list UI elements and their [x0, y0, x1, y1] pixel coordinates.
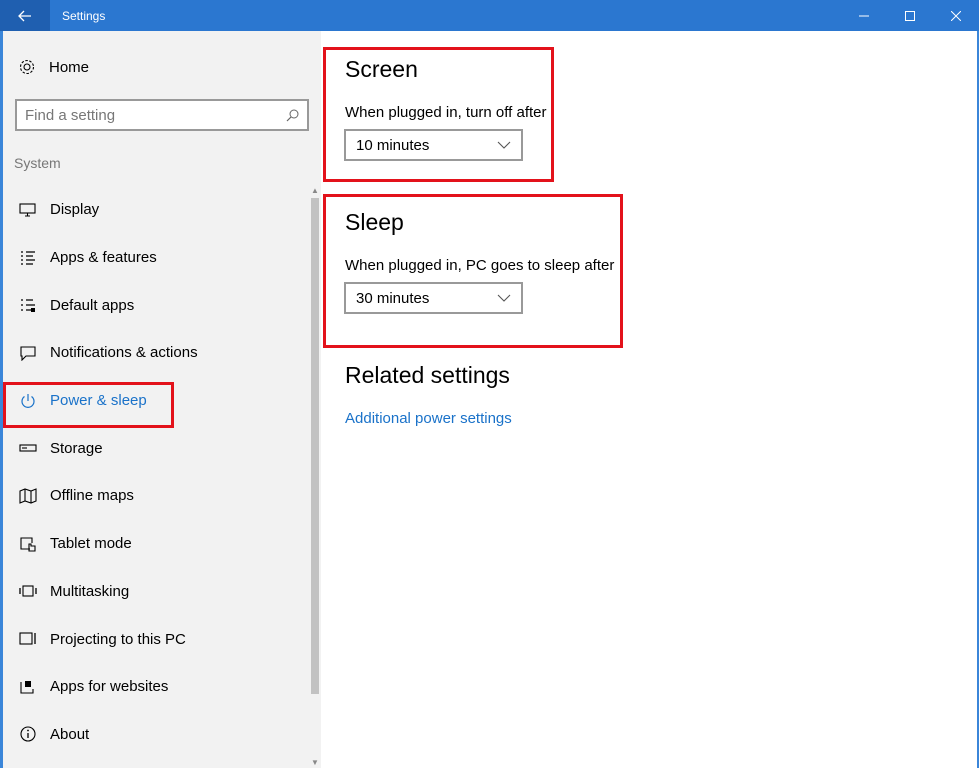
sidebar-item-label: Tablet mode [50, 535, 132, 553]
sidebar-item-multitasking[interactable]: Multitasking [3, 568, 308, 616]
home-link[interactable]: Home [17, 57, 89, 77]
additional-power-settings-link[interactable]: Additional power settings [345, 410, 512, 427]
tablet-mode-icon [17, 534, 39, 554]
nav-list: Display Apps & features Default apps Not… [3, 186, 308, 758]
scroll-up-icon[interactable]: ▲ [310, 186, 320, 196]
sleep-timeout-dropdown[interactable]: 30 minutes [344, 282, 523, 314]
sidebar-item-label: Projecting to this PC [50, 630, 186, 648]
sidebar-item-label: Storage [50, 439, 103, 457]
sidebar-item-offline-maps[interactable]: Offline maps [3, 472, 308, 520]
storage-icon [17, 438, 39, 458]
sidebar-item-label: About [50, 725, 90, 743]
monitor-icon [17, 200, 39, 220]
sidebar-item-label: Offline maps [50, 487, 134, 505]
info-icon [17, 724, 39, 744]
sidebar-item-notifications[interactable]: Notifications & actions [3, 329, 308, 377]
sidebar-item-display[interactable]: Display [3, 186, 308, 234]
window-title: Settings [62, 8, 106, 23]
dropdown-value: 10 minutes [356, 136, 430, 154]
sleep-subtitle: When plugged in, PC goes to sleep after [345, 257, 615, 274]
search-icon [286, 109, 299, 121]
chevron-down-icon [497, 141, 511, 149]
apps-websites-icon [17, 677, 39, 697]
search-box[interactable] [15, 99, 309, 131]
search-input[interactable] [25, 106, 286, 124]
power-icon [17, 391, 39, 411]
map-icon [17, 486, 39, 506]
sidebar-item-label: Apps for websites [50, 678, 169, 696]
maximize-icon [905, 10, 915, 21]
title-bar: Settings [0, 0, 979, 31]
maximize-button[interactable] [887, 0, 933, 31]
sidebar-item-label: Multitasking [50, 582, 130, 600]
sidebar-item-label: Notifications & actions [50, 344, 198, 362]
sleep-title: Sleep [345, 209, 404, 235]
sidebar-item-tablet-mode[interactable]: Tablet mode [3, 520, 308, 568]
scrollbar-thumb[interactable] [311, 198, 319, 694]
projecting-icon [17, 629, 39, 649]
chevron-down-icon [497, 294, 511, 302]
scroll-down-icon[interactable]: ▼ [310, 758, 320, 768]
sidebar-item-about[interactable]: About [3, 711, 308, 759]
related-settings-title: Related settings [345, 362, 510, 388]
sidebar-item-projecting[interactable]: Projecting to this PC [3, 615, 308, 663]
notification-icon [17, 343, 39, 363]
screen-subtitle: When plugged in, turn off after [345, 104, 547, 121]
sidebar-item-label: Apps & features [50, 249, 157, 267]
sidebar-item-label: Power & sleep [50, 392, 147, 410]
sidebar-item-storage[interactable]: Storage [3, 424, 308, 472]
sidebar-item-default-apps[interactable]: Default apps [3, 281, 308, 329]
sidebar-item-power-sleep[interactable]: Power & sleep [3, 377, 308, 425]
default-apps-icon [17, 295, 39, 315]
minimize-button[interactable] [841, 0, 887, 31]
section-label: System [14, 155, 61, 171]
multitasking-icon [17, 581, 39, 601]
back-button[interactable] [0, 0, 50, 31]
back-arrow-icon [18, 10, 31, 21]
minimize-icon [859, 15, 869, 16]
sidebar-item-label: Display [50, 201, 100, 219]
sidebar-item-apps-websites[interactable]: Apps for websites [3, 663, 308, 711]
gear-icon [17, 57, 37, 77]
main-content: Screen When plugged in, turn off after 1… [321, 31, 977, 768]
sidebar: Home System Display Apps & features Defa… [3, 31, 321, 768]
close-icon [951, 10, 961, 21]
dropdown-value: 30 minutes [356, 289, 430, 307]
sidebar-item-label: Default apps [50, 296, 135, 314]
list-icon [17, 248, 39, 268]
screen-title: Screen [345, 56, 418, 82]
close-button[interactable] [933, 0, 979, 31]
sidebar-item-apps-features[interactable]: Apps & features [3, 234, 308, 282]
home-label: Home [49, 58, 90, 76]
sidebar-scrollbar[interactable]: ▲ ▼ [310, 186, 320, 768]
screen-timeout-dropdown[interactable]: 10 minutes [344, 129, 523, 161]
